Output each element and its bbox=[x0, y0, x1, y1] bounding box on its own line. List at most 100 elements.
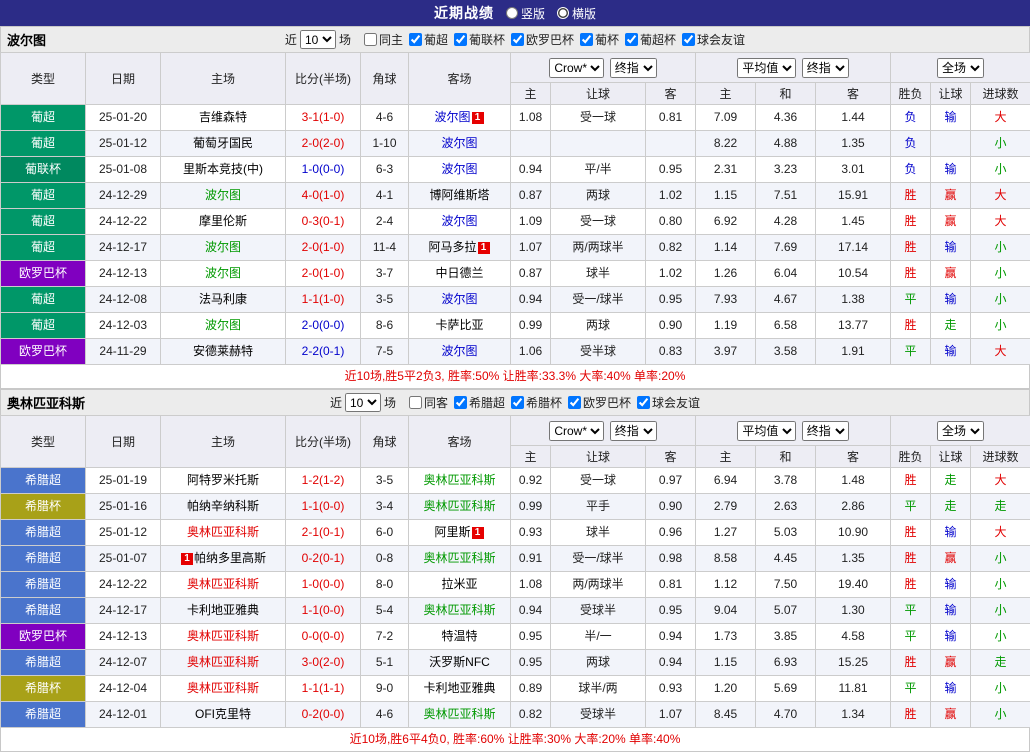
home-team-cell[interactable]: 法马利康 bbox=[161, 287, 286, 313]
team-link[interactable]: 葡萄牙国民 bbox=[193, 136, 253, 150]
away-team-cell[interactable]: 博阿维斯塔 bbox=[409, 183, 511, 209]
final-odds-select[interactable]: 终指 bbox=[802, 58, 849, 78]
scope-select[interactable]: 全场 bbox=[937, 58, 984, 78]
vertical-radio[interactable] bbox=[506, 7, 518, 19]
team-link[interactable]: OFI克里特 bbox=[195, 707, 251, 721]
away-team-cell[interactable]: 卡萨比亚 bbox=[409, 313, 511, 339]
league-filter[interactable]: 欧罗巴杯 bbox=[511, 31, 574, 48]
home-team-cell[interactable]: 波尔图 bbox=[161, 183, 286, 209]
filter-checkbox[interactable] bbox=[625, 33, 638, 46]
league-filter[interactable]: 希腊超 bbox=[454, 394, 505, 411]
league-filter[interactable]: 葡联杯 bbox=[454, 31, 505, 48]
team-link[interactable]: 卡利地亚雅典 bbox=[423, 681, 495, 695]
away-team-cell[interactable]: 波尔图 bbox=[409, 157, 511, 183]
league-filter[interactable]: 欧罗巴杯 bbox=[568, 394, 631, 411]
away-team-cell[interactable]: 特温特 bbox=[409, 624, 511, 650]
away-team-cell[interactable]: 奥林匹亚科斯 bbox=[409, 546, 511, 572]
team-link[interactable]: 波尔图 bbox=[441, 292, 477, 306]
team-link[interactable]: 波尔图 bbox=[205, 318, 241, 332]
home-team-cell[interactable]: 波尔图 bbox=[161, 313, 286, 339]
filter-checkbox[interactable] bbox=[409, 33, 422, 46]
home-team-cell[interactable]: 卡利地亚雅典 bbox=[161, 598, 286, 624]
home-team-cell[interactable]: 1帕纳多里高斯 bbox=[161, 546, 286, 572]
home-team-cell[interactable]: 奥林匹亚科斯 bbox=[161, 650, 286, 676]
horizontal-radio[interactable] bbox=[557, 7, 569, 19]
team-link[interactable]: 卡萨比亚 bbox=[435, 318, 483, 332]
final-odds-select[interactable]: 终指 bbox=[610, 421, 657, 441]
filter-checkbox[interactable] bbox=[454, 33, 467, 46]
home-team-cell[interactable]: 里斯本竞技(中) bbox=[161, 157, 286, 183]
filter-checkbox[interactable] bbox=[580, 33, 593, 46]
league-filter[interactable]: 同客 bbox=[409, 394, 448, 411]
away-team-cell[interactable]: 奥林匹亚科斯 bbox=[409, 702, 511, 728]
away-team-cell[interactable]: 奥林匹亚科斯 bbox=[409, 468, 511, 494]
league-filter[interactable]: 希腊杯 bbox=[511, 394, 562, 411]
team-link[interactable]: 法马利康 bbox=[199, 292, 247, 306]
league-filter[interactable]: 葡杯 bbox=[580, 31, 619, 48]
filter-checkbox[interactable] bbox=[637, 396, 650, 409]
home-team-cell[interactable]: 波尔图 bbox=[161, 235, 286, 261]
home-team-cell[interactable]: 葡萄牙国民 bbox=[161, 131, 286, 157]
team-link[interactable]: 波尔图 bbox=[434, 110, 470, 124]
team-link[interactable]: 安德莱赫特 bbox=[193, 344, 253, 358]
team-link[interactable]: 中日德兰 bbox=[435, 266, 483, 280]
avg-odds-select[interactable]: 平均值 bbox=[737, 58, 796, 78]
team-link[interactable]: 波尔图 bbox=[441, 162, 477, 176]
league-filter[interactable]: 葡超 bbox=[409, 31, 448, 48]
home-team-cell[interactable]: 阿特罗米托斯 bbox=[161, 468, 286, 494]
team-link[interactable]: 波尔图 bbox=[441, 214, 477, 228]
team-link[interactable]: 吉维森特 bbox=[199, 110, 247, 124]
team-link[interactable]: 沃罗斯NFC bbox=[429, 655, 490, 669]
filter-checkbox[interactable] bbox=[511, 396, 524, 409]
team-link[interactable]: 奥林匹亚科斯 bbox=[187, 629, 259, 643]
team-link[interactable]: 阿马多拉 bbox=[428, 240, 476, 254]
team-link[interactable]: 帕纳多里高斯 bbox=[194, 551, 266, 565]
away-team-cell[interactable]: 奥林匹亚科斯 bbox=[409, 494, 511, 520]
home-team-cell[interactable]: 奥林匹亚科斯 bbox=[161, 520, 286, 546]
team-link[interactable]: 特温特 bbox=[441, 629, 477, 643]
team-link[interactable]: 奥林匹亚科斯 bbox=[187, 577, 259, 591]
away-team-cell[interactable]: 波尔图1 bbox=[409, 105, 511, 131]
home-team-cell[interactable]: 奥林匹亚科斯 bbox=[161, 676, 286, 702]
away-team-cell[interactable]: 沃罗斯NFC bbox=[409, 650, 511, 676]
league-filter[interactable]: 葡超杯 bbox=[625, 31, 676, 48]
team-link[interactable]: 卡利地亚雅典 bbox=[187, 603, 259, 617]
team-link[interactable]: 奥林匹亚科斯 bbox=[187, 655, 259, 669]
home-team-cell[interactable]: 波尔图 bbox=[161, 261, 286, 287]
team-link[interactable]: 奥林匹亚科斯 bbox=[187, 525, 259, 539]
home-team-cell[interactable]: 安德莱赫特 bbox=[161, 339, 286, 365]
team-link[interactable]: 阿里斯 bbox=[434, 525, 470, 539]
away-team-cell[interactable]: 拉米亚 bbox=[409, 572, 511, 598]
filter-checkbox[interactable] bbox=[409, 396, 422, 409]
team-link[interactable]: 里斯本竞技(中) bbox=[183, 162, 263, 176]
team-link[interactable]: 奥林匹亚科斯 bbox=[187, 681, 259, 695]
league-filter[interactable]: 同主 bbox=[364, 31, 403, 48]
away-team-cell[interactable]: 中日德兰 bbox=[409, 261, 511, 287]
team-link[interactable]: 奥林匹亚科斯 bbox=[423, 473, 495, 487]
team-link[interactable]: 波尔图 bbox=[205, 188, 241, 202]
away-team-cell[interactable]: 奥林匹亚科斯 bbox=[409, 598, 511, 624]
team-link[interactable]: 阿特罗米托斯 bbox=[187, 473, 259, 487]
home-team-cell[interactable]: 奥林匹亚科斯 bbox=[161, 572, 286, 598]
away-team-cell[interactable]: 波尔图 bbox=[409, 209, 511, 235]
filter-checkbox[interactable] bbox=[364, 33, 377, 46]
layout-option-vertical[interactable]: 竖版 bbox=[506, 5, 545, 22]
team-link[interactable]: 拉米亚 bbox=[441, 577, 477, 591]
team-link[interactable]: 波尔图 bbox=[441, 136, 477, 150]
avg-odds-select[interactable]: 平均值 bbox=[737, 421, 796, 441]
home-team-cell[interactable]: 奥林匹亚科斯 bbox=[161, 624, 286, 650]
team-link[interactable]: 波尔图 bbox=[205, 240, 241, 254]
away-team-cell[interactable]: 波尔图 bbox=[409, 339, 511, 365]
league-filter[interactable]: 球会友谊 bbox=[682, 31, 745, 48]
recent-count-select[interactable]: 10 bbox=[300, 30, 336, 49]
home-team-cell[interactable]: 吉维森特 bbox=[161, 105, 286, 131]
final-odds-select[interactable]: 终指 bbox=[802, 421, 849, 441]
team-link[interactable]: 奥林匹亚科斯 bbox=[423, 603, 495, 617]
team-link[interactable]: 奥林匹亚科斯 bbox=[423, 551, 495, 565]
away-team-cell[interactable]: 波尔图 bbox=[409, 131, 511, 157]
away-team-cell[interactable]: 卡利地亚雅典 bbox=[409, 676, 511, 702]
team-link[interactable]: 奥林匹亚科斯 bbox=[423, 707, 495, 721]
team-link[interactable]: 摩里伦斯 bbox=[199, 214, 247, 228]
team-link[interactable]: 奥林匹亚科斯 bbox=[423, 499, 495, 513]
filter-checkbox[interactable] bbox=[682, 33, 695, 46]
